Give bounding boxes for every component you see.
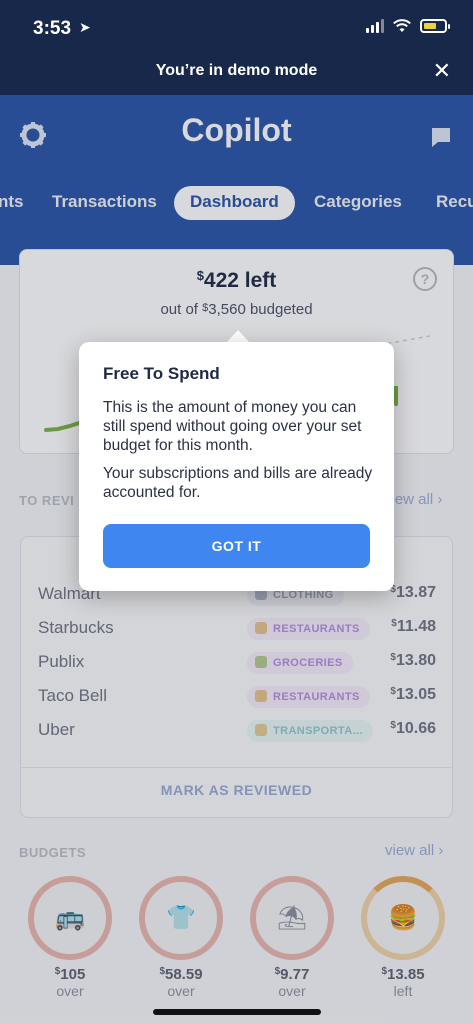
location-arrow-icon: ➤ — [79, 19, 91, 35]
status-time: 3:53 — [33, 18, 72, 39]
popup-body-text: Your subscriptions and bills are already… — [103, 465, 373, 501]
battery-icon — [420, 19, 450, 33]
close-banner-button[interactable]: ✕ — [433, 58, 451, 84]
got-it-button[interactable]: GOT IT — [103, 524, 370, 568]
home-indicator — [153, 1009, 321, 1015]
free-to-spend-popup: Free To Spend This is the amount of mone… — [79, 342, 394, 591]
status-icons — [366, 19, 450, 33]
popup-body-text: This is the amount of money you can stil… — [103, 399, 362, 454]
demo-mode-banner: You’re in demo mode — [155, 62, 318, 79]
popup-title: Free To Spend — [103, 364, 220, 383]
wifi-icon — [393, 19, 411, 32]
top-bar: 3:53 ➤ You’re in demo mode ✕ — [0, 0, 473, 95]
signal-icon — [366, 19, 384, 33]
